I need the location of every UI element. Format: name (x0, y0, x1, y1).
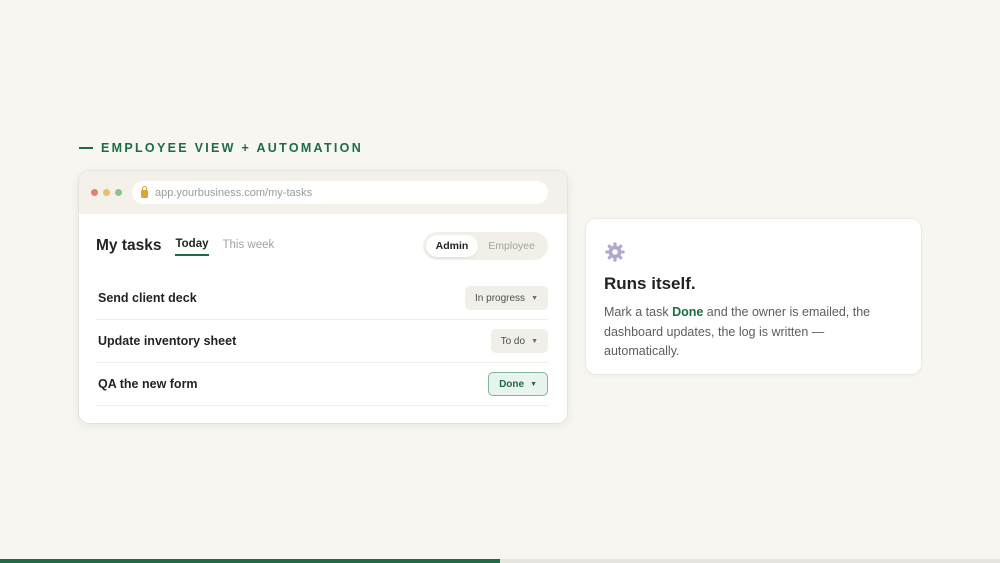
slide-progress-fill (0, 559, 500, 563)
status-dropdown[interactable]: In progress ▼ (465, 286, 548, 310)
slide: EMPLOYEE VIEW + AUTOMATION app.yourbusin… (0, 0, 1000, 563)
slide-progress-bar (0, 559, 1000, 563)
maximize-dot-icon[interactable] (115, 189, 122, 196)
toggle-admin[interactable]: Admin (425, 235, 479, 257)
caret-down-icon: ▼ (531, 294, 538, 302)
window-controls (91, 189, 122, 196)
task-row: Send client deck In progress ▼ (96, 277, 548, 320)
eyebrow-dash (79, 147, 93, 149)
tab-this-week[interactable]: This week (223, 236, 275, 255)
minimize-dot-icon[interactable] (103, 189, 110, 196)
lock-icon (141, 186, 148, 198)
browser-window: app.yourbusiness.com/my-tasks My tasks T… (79, 171, 567, 423)
tasks-header: My tasks Today This week Admin Employee (96, 214, 548, 277)
automation-card: Runs itself. Mark a task Done and the ow… (586, 219, 921, 374)
status-label: In progress (475, 292, 526, 304)
card-description: Mark a task Done and the owner is emaile… (604, 303, 903, 362)
toggle-employee[interactable]: Employee (478, 235, 545, 257)
done-highlight: Done (672, 305, 704, 319)
tasks-panel: My tasks Today This week Admin Employee … (79, 214, 567, 406)
card-title: Runs itself. (604, 274, 696, 293)
task-row: Update inventory sheet To do ▼ (96, 320, 548, 363)
section-eyebrow: EMPLOYEE VIEW + AUTOMATION (79, 141, 363, 155)
task-name: QA the new form (98, 377, 198, 391)
page-title: My tasks (96, 236, 162, 254)
task-name: Send client deck (98, 291, 197, 305)
status-dropdown[interactable]: To do ▼ (490, 329, 548, 353)
eyebrow-label: EMPLOYEE VIEW + AUTOMATION (101, 141, 364, 155)
address-bar[interactable]: app.yourbusiness.com/my-tasks (132, 181, 548, 204)
task-row: QA the new form Done ▼ (96, 363, 548, 406)
gear-icon (605, 242, 625, 262)
url-text: app.yourbusiness.com/my-tasks (155, 186, 313, 199)
browser-titlebar: app.yourbusiness.com/my-tasks (79, 171, 567, 214)
status-dropdown[interactable]: Done ▼ (488, 372, 548, 396)
status-label: To do (500, 335, 526, 347)
caret-down-icon: ▼ (531, 337, 538, 345)
tab-today[interactable]: Today (175, 235, 209, 256)
close-dot-icon[interactable] (91, 189, 98, 196)
status-label: Done (499, 378, 525, 390)
caret-down-icon: ▼ (530, 380, 537, 388)
task-name: Update inventory sheet (98, 334, 237, 348)
view-toggle: Admin Employee (422, 232, 548, 260)
card-body-start: Mark a task (604, 305, 673, 319)
